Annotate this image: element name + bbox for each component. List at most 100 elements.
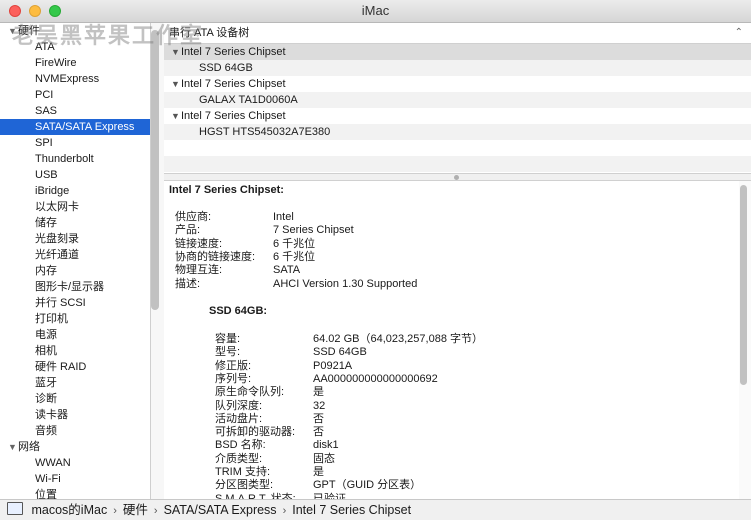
sidebar-item[interactable]: iBridge: [0, 183, 150, 199]
property-key: 协商的链接速度:: [175, 250, 256, 263]
disclosure-triangle-icon[interactable]: ▼: [171, 44, 181, 60]
property-value: SSD 64GB: [313, 346, 367, 359]
chevron-right-icon: ›: [282, 505, 287, 517]
sidebar-item[interactable]: 位置: [0, 487, 150, 499]
breadcrumb-item[interactable]: Intel 7 Series Chipset: [292, 500, 411, 520]
detail-scrollbar-thumb[interactable]: [740, 185, 747, 385]
sidebar-item[interactable]: 打印机: [0, 311, 150, 327]
property-key: 介质类型:: [215, 452, 263, 465]
row-label: GALAX TA1D0060A: [199, 94, 298, 106]
property-key: 活动盘片:: [215, 412, 263, 425]
sidebar-item[interactable]: SPI: [0, 135, 150, 151]
row-label: Intel 7 Series Chipset: [181, 110, 286, 122]
sidebar-item[interactable]: 硬件 RAID: [0, 359, 150, 375]
property-key: TRIM 支持:: [215, 466, 270, 478]
property-value: 是: [313, 466, 324, 478]
property-key: BSD 名称:: [215, 439, 266, 452]
property-key: 序列号:: [215, 372, 252, 385]
row-label: HGST HTS545032A7E380: [199, 126, 331, 138]
property-key: 型号:: [215, 346, 241, 359]
device-tree-header[interactable]: 串行 ATA 设备树 ⌃: [164, 23, 751, 44]
pane-splitter[interactable]: [164, 173, 751, 181]
property-value: P0921A: [313, 359, 353, 372]
path-bar: macos的iMac › 硬件 › SATA/SATA Express › Intel 7 …: [0, 499, 751, 520]
computer-icon: [7, 502, 23, 515]
device-tree-list: 串行 ATA 设备树 ⌃ ▼Intel 7 Series Chipset SSD …: [164, 23, 751, 173]
sidebar-item[interactable]: 光盘刻录: [0, 231, 150, 247]
sidebar-group-1[interactable]: ▼网络: [0, 439, 150, 455]
sidebar-item[interactable]: 音频: [0, 423, 150, 439]
property-value: SATA: [273, 264, 301, 277]
property-key: 可拆卸的驱动器:: [215, 426, 296, 439]
device-row[interactable]: GALAX TA1D0060A: [164, 92, 751, 108]
sidebar-item[interactable]: 光纤通道: [0, 247, 150, 263]
sidebar-item[interactable]: SATA/SATA Express: [0, 119, 150, 135]
property-value: GPT（GUID 分区表）: [313, 479, 422, 492]
sidebar-item[interactable]: 读卡器: [0, 407, 150, 423]
property-value: 7 Series Chipset: [273, 224, 354, 237]
device-tree-header-label: 串行 ATA 设备树: [169, 27, 250, 39]
property-value: 否: [313, 426, 324, 439]
property-value: 固态: [313, 452, 335, 465]
sidebar-item[interactable]: USB: [0, 167, 150, 183]
property-value: AA000000000000000692: [313, 372, 438, 385]
controller-row[interactable]: ▼Intel 7 Series Chipset: [164, 76, 751, 92]
disclosure-triangle-icon[interactable]: ▼: [8, 439, 18, 455]
sidebar: ▼硬件 ATA FireWire NVMExpress PCI SAS SATA/SATA …: [0, 23, 151, 499]
splitter-handle-icon: [454, 175, 459, 180]
sidebar-item[interactable]: FireWire: [0, 55, 150, 71]
property-key: 队列深度:: [215, 399, 263, 412]
disclosure-triangle-icon[interactable]: ▼: [171, 108, 181, 124]
sidebar-item[interactable]: 并行 SCSI: [0, 295, 150, 311]
chevron-right-icon: ›: [113, 505, 117, 517]
sidebar-item[interactable]: 相机: [0, 343, 150, 359]
sidebar-item[interactable]: 蓝牙: [0, 375, 150, 391]
sidebar-item[interactable]: ATA: [0, 39, 150, 55]
breadcrumb-item[interactable]: macos的iMac: [31, 500, 107, 520]
sidebar-item[interactable]: 诊断: [0, 391, 150, 407]
sidebar-group-0[interactable]: ▼硬件: [0, 23, 150, 39]
sidebar-group-label: 硬件: [18, 25, 40, 37]
detail-pane: Intel 7 Series Chipset: SSD 64GB: 供应商: In…: [164, 181, 739, 499]
empty-row: [164, 156, 751, 172]
sidebar-item[interactable]: 图形卡/显示器: [0, 279, 150, 295]
sidebar-item[interactable]: NVMExpress: [0, 71, 150, 87]
window-title: iMac: [361, 3, 390, 18]
property-value: 32: [313, 399, 326, 412]
sidebar-item[interactable]: Thunderbolt: [0, 151, 150, 167]
controller-row[interactable]: ▼Intel 7 Series Chipset: [164, 44, 751, 60]
property-value: AHCI Version 1.30 Supported: [273, 277, 418, 290]
chevron-right-icon: ›: [153, 505, 158, 517]
disclosure-triangle-icon[interactable]: ▼: [171, 76, 181, 92]
sidebar-item[interactable]: 电源: [0, 327, 150, 343]
property-key: 分区图类型:: [215, 479, 274, 492]
row-label: Intel 7 Series Chipset: [181, 46, 286, 58]
property-value: 6 千兆位: [273, 250, 316, 263]
controller-row[interactable]: ▼Intel 7 Series Chipset: [164, 108, 751, 124]
property-value: Intel: [273, 211, 294, 223]
property-key: 原生命令队列:: [215, 386, 285, 399]
property-key: 物理互连:: [175, 264, 223, 277]
chevron-up-icon: ⌃: [734, 27, 743, 38]
property-value: disk1: [313, 439, 339, 452]
property-key: 容量:: [215, 333, 241, 345]
sidebar-item[interactable]: 以太网卡: [0, 199, 150, 215]
sidebar-scrollbar-thumb[interactable]: [151, 30, 159, 310]
property-key: 产品:: [175, 224, 201, 237]
breadcrumb-item[interactable]: 硬件: [123, 500, 148, 520]
row-label: SSD 64GB: [199, 62, 253, 74]
property-value: 否: [313, 412, 324, 425]
disclosure-triangle-icon[interactable]: ▼: [8, 23, 18, 39]
sidebar-item[interactable]: Wi-Fi: [0, 471, 150, 487]
sidebar-item[interactable]: WWAN: [0, 455, 150, 471]
device-row[interactable]: HGST HTS545032A7E380: [164, 124, 751, 140]
sidebar-group-label: 网络: [18, 441, 40, 453]
breadcrumb-item[interactable]: SATA/SATA Express: [164, 500, 277, 520]
sidebar-item[interactable]: 储存: [0, 215, 150, 231]
sidebar-item[interactable]: SAS: [0, 103, 150, 119]
sidebar-item[interactable]: PCI: [0, 87, 150, 103]
property-value: 是: [313, 386, 324, 399]
empty-row: [164, 140, 751, 156]
sidebar-item[interactable]: 内存: [0, 263, 150, 279]
device-row[interactable]: SSD 64GB: [164, 60, 751, 76]
